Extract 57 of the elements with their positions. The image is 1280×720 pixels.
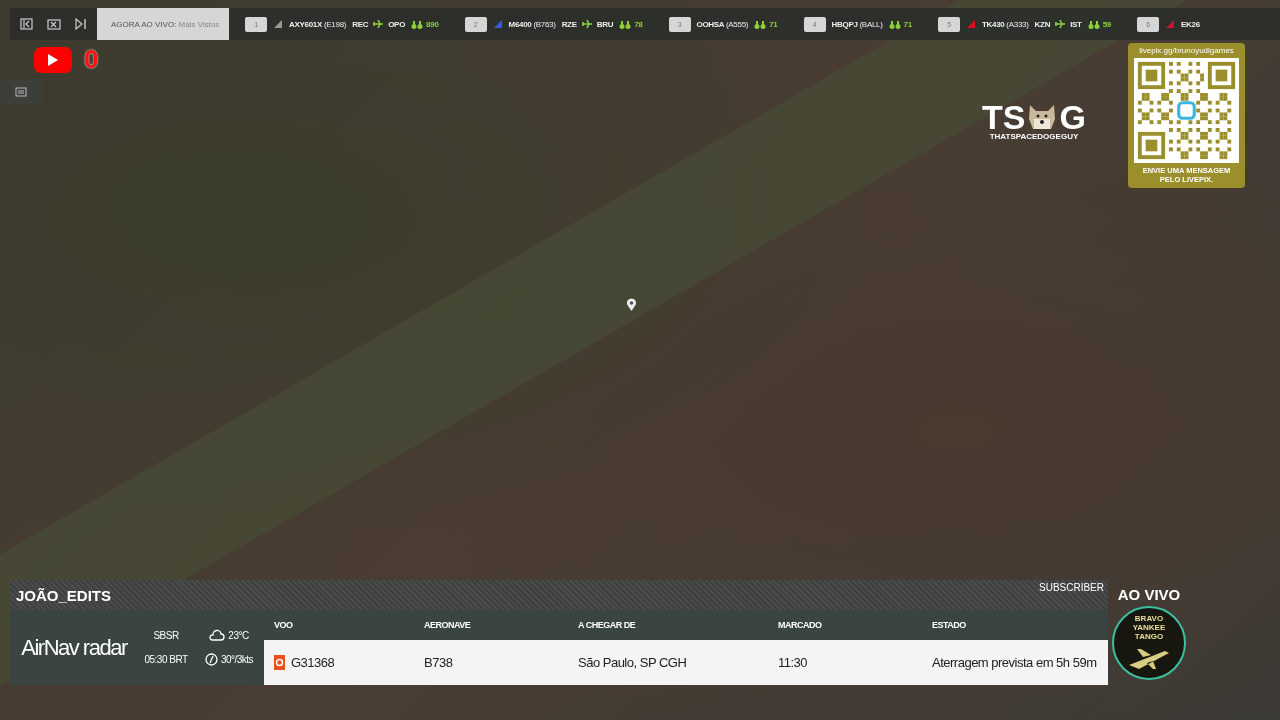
binoculars-icon xyxy=(888,19,901,29)
flight-callsign[interactable]: EK26 xyxy=(1181,19,1200,29)
live-filter-dropdown[interactable]: AGORA AO VIVO: Mais Vistos xyxy=(97,8,229,40)
destination-code: OPO xyxy=(388,19,406,29)
binoculars-icon xyxy=(619,19,632,29)
youtube-play-icon xyxy=(34,46,72,73)
channel-logo: TS G xyxy=(982,100,1086,134)
channel-logo-caption: THATSPACEDOGEGUY xyxy=(989,132,1079,141)
flight-callsign[interactable]: AXY601X (E198) xyxy=(289,19,347,29)
live-label: AO VIVO xyxy=(1117,586,1181,603)
airnav-radar-logo: AirNav radar xyxy=(20,633,129,662)
viewer-count: 71 xyxy=(769,19,778,29)
airplane-icon xyxy=(580,19,593,29)
column-header: A CHEGAR DE xyxy=(577,619,637,632)
origin-code: RZE xyxy=(561,19,577,29)
airline-logo-icon xyxy=(274,655,285,670)
column-header: MARCADO xyxy=(777,619,823,632)
subscriber-count: 0 xyxy=(84,44,99,75)
binoculars-icon xyxy=(411,19,424,29)
column-header: VOO xyxy=(273,619,294,632)
map-pin-icon xyxy=(626,298,637,312)
flight-callsign[interactable]: M6400 (B763) xyxy=(508,19,556,29)
viewer-count: 78 xyxy=(634,19,643,29)
destination-code: BRU xyxy=(596,19,614,29)
binoculars-icon xyxy=(1087,19,1100,29)
destination-code: IST xyxy=(1070,19,1082,29)
flight-callsign[interactable]: HBQPJ (BALL) xyxy=(831,19,883,29)
side-panel-button[interactable] xyxy=(0,79,42,105)
column-header: ESTADO xyxy=(931,619,967,632)
emblem-text: BRAVO YANKEE TANGO xyxy=(1131,613,1167,641)
wind-reading: 30°/3kts xyxy=(220,653,254,665)
flight-callsign[interactable]: TK430 (A333) xyxy=(981,19,1029,29)
flight-callsign[interactable]: OOHSA (A555) xyxy=(696,19,749,29)
skip-next-icon[interactable] xyxy=(75,18,87,30)
document-icon xyxy=(15,87,27,97)
table-cell: Aterragem prevista em 5h 59m xyxy=(932,655,1097,670)
streamer-name: JOÃO_EDITS xyxy=(16,586,112,604)
viewer-count: 71 xyxy=(903,19,912,29)
table-cell: São Paulo, SP CGH xyxy=(578,655,687,670)
cloud-icon xyxy=(209,629,226,643)
local-time: 05:30 BRT xyxy=(144,653,188,665)
wind-direction-icon xyxy=(204,652,218,666)
temperature: 23°C xyxy=(228,630,249,642)
table-cell: G31368 xyxy=(291,655,335,670)
binoculars-icon xyxy=(754,19,767,29)
collapse-panel-icon[interactable] xyxy=(20,18,33,30)
subscriber-label: SUBSCRIBER xyxy=(1039,582,1104,593)
origin-code: REC xyxy=(352,19,369,29)
airport-code: SBSR xyxy=(153,630,179,642)
column-header: AERONAVE xyxy=(423,619,472,632)
viewer-count: 59 xyxy=(1102,19,1111,29)
airplane-icon xyxy=(372,19,385,29)
origin-code: KZN xyxy=(1034,19,1051,29)
viewer-count: 890 xyxy=(426,19,439,29)
table-cell: 11:30 xyxy=(778,655,808,670)
table-cell: B738 xyxy=(424,655,453,670)
airplane-icon xyxy=(1054,19,1067,29)
